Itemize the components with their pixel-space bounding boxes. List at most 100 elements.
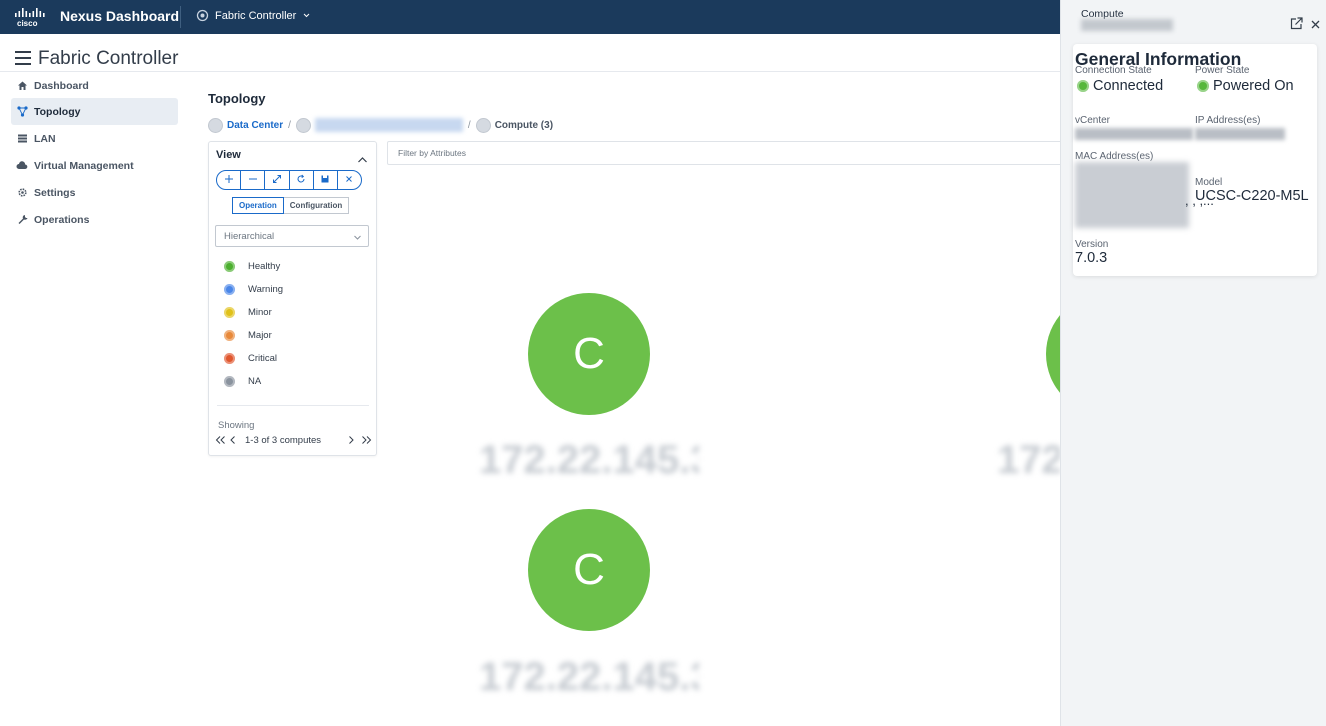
pagination-text: 1-3 of 3 computes [245, 435, 322, 446]
sidebar-item-label: LAN [34, 132, 56, 145]
save-layout-button[interactable] [314, 171, 338, 189]
fabric-icon [295, 117, 311, 133]
view-toolbar [216, 170, 362, 190]
ip-address-value-redacted [1195, 128, 1285, 140]
page-title: Fabric Controller [38, 48, 179, 69]
layout-select-value: Hierarchical [224, 230, 275, 242]
refresh-button[interactable] [290, 171, 314, 189]
svg-text:cisco: cisco [17, 19, 38, 27]
connected-status-icon [1077, 80, 1089, 92]
zoom-in-icon [224, 171, 234, 189]
legend-label: Healthy [248, 261, 281, 272]
cloud-icon [16, 160, 28, 172]
app-name: Nexus Dashboard [60, 8, 180, 24]
clear-button[interactable] [338, 171, 361, 189]
hamburger-menu-icon[interactable] [15, 51, 31, 65]
sidebar-item-operations[interactable]: Operations [11, 206, 178, 233]
breadcrumb: Data Center / / Compute (3) [208, 116, 553, 134]
close-icon [344, 171, 354, 189]
mode-toggle: Operation Configuration [232, 197, 350, 214]
legend-label: Major [248, 330, 272, 341]
breadcrumb-fabric-redacted[interactable] [314, 118, 463, 132]
node-label: 172.22.145.38 [479, 655, 699, 699]
warning-status-icon [224, 284, 235, 295]
datacenter-icon [208, 117, 223, 133]
legend-healthy: Healthy [224, 261, 280, 272]
vcenter-value-redacted [1075, 128, 1193, 140]
sidebar-item-label: Settings [34, 186, 76, 199]
view-panel: View Operation Configuration Hierarchica… [208, 141, 377, 456]
connection-state-value: Connected [1077, 78, 1163, 94]
gear-icon [16, 187, 28, 199]
zoom-out-button[interactable] [241, 171, 266, 189]
major-status-icon [224, 330, 235, 341]
zoom-out-icon [248, 171, 258, 189]
legend-major: Major [224, 330, 272, 341]
critical-status-icon [224, 353, 235, 364]
breadcrumb-compute: Compute (3) [494, 119, 554, 131]
general-information-card: General Information Connection State Con… [1073, 44, 1317, 276]
refresh-icon [296, 171, 306, 189]
mode-operation[interactable]: Operation [232, 197, 284, 214]
layout-select[interactable]: Hierarchical [215, 225, 369, 247]
sidebar-item-label: Dashboard [34, 79, 89, 92]
healthy-status-icon [224, 261, 235, 272]
last-page-icon[interactable] [361, 435, 372, 448]
sidebar-item-lan[interactable]: LAN [11, 125, 178, 152]
sidebar-item-virtual-management[interactable]: Virtual Management [11, 152, 178, 179]
sidebar-item-label: Virtual Management [34, 159, 134, 172]
pagination: 1-3 of 3 computes [215, 435, 373, 449]
chevron-up-icon[interactable] [357, 151, 368, 169]
power-state-value: Powered On [1197, 78, 1294, 94]
sidebar-item-label: Operations [34, 213, 90, 226]
save-icon [320, 171, 330, 189]
compute-node[interactable]: C [528, 293, 650, 415]
open-external-icon[interactable] [1290, 17, 1303, 35]
fit-icon [272, 171, 282, 189]
node-label: 172 [997, 438, 1060, 482]
ip-address-label: IP Address(es) [1195, 115, 1261, 126]
attribute-filter-input[interactable]: Filter by Attributes [387, 141, 1062, 165]
model-value: UCSC-C220-M5L [1195, 188, 1309, 204]
mode-configuration[interactable]: Configuration [283, 197, 350, 214]
header-divider [180, 6, 181, 28]
legend-label: Warning [248, 284, 284, 295]
page-header: Fabric Controller [0, 34, 1060, 72]
topology-icon [16, 106, 28, 118]
next-page-icon[interactable] [347, 435, 355, 448]
compute-icon [475, 117, 491, 133]
view-panel-title: View [216, 149, 241, 161]
cisco-logo: cisco [14, 7, 48, 32]
chevron-down-icon [302, 11, 311, 20]
breadcrumb-separator: / [288, 119, 291, 131]
previous-page-icon[interactable] [229, 435, 237, 448]
operations-icon [16, 214, 28, 226]
legend-label: NA [248, 376, 262, 387]
version-value: 7.0.3 [1075, 250, 1108, 266]
breadcrumb-data-center[interactable]: Data Center [227, 120, 283, 131]
legend-label: Critical [248, 353, 278, 364]
node-initial: C [573, 329, 605, 378]
sidebar-item-label: Topology [34, 105, 81, 118]
na-status-icon [224, 376, 235, 387]
legend-minor: Minor [224, 307, 272, 318]
compute-node[interactable]: C [528, 509, 650, 631]
model-label: Model [1195, 177, 1223, 188]
first-page-icon[interactable] [215, 435, 226, 448]
topology-title: Topology [208, 91, 266, 106]
sidebar-item-dashboard[interactable]: Dashboard [11, 72, 178, 99]
context-switcher[interactable]: Fabric Controller [196, 9, 311, 22]
power-state-label: Power State [1195, 65, 1250, 76]
sidebar-item-settings[interactable]: Settings [11, 179, 178, 206]
legend-critical: Critical [224, 353, 277, 364]
sidebar-item-topology[interactable]: Topology [11, 98, 178, 125]
breadcrumb-separator: / [467, 119, 471, 131]
zoom-in-button[interactable] [217, 171, 242, 189]
compute-name-redacted [1081, 19, 1173, 31]
close-icon[interactable] [1310, 17, 1321, 35]
legend-label: Minor [248, 307, 272, 318]
node-initial: C [573, 545, 605, 594]
node-label: 172.22.145.37 [479, 438, 699, 482]
fit-to-screen-button[interactable] [265, 171, 290, 189]
legend-warning: Warning [224, 284, 283, 295]
